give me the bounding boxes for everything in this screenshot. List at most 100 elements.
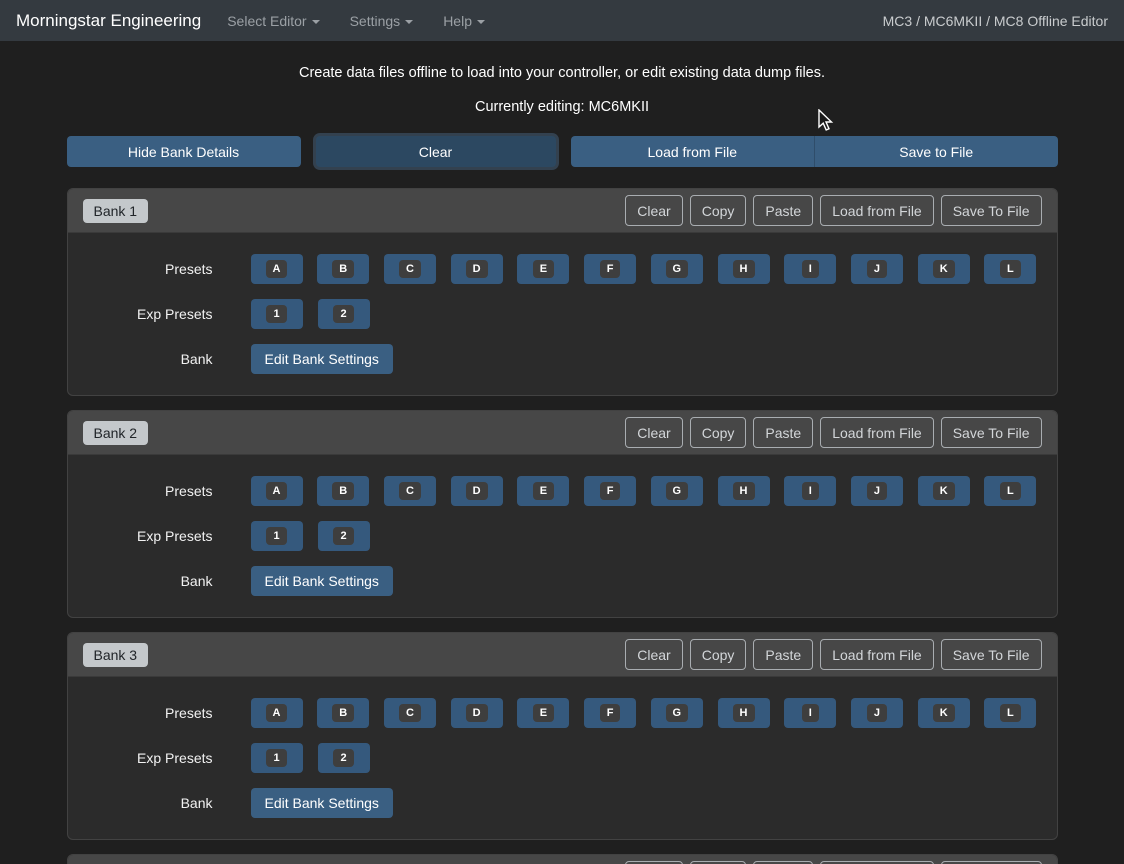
preset-j-button[interactable]: J: [851, 698, 903, 728]
menu-help[interactable]: Help: [443, 13, 485, 29]
preset-key-badge: D: [466, 482, 488, 500]
bank-paste-button[interactable]: Paste: [753, 195, 813, 226]
bank-settings-row: Bank Edit Bank Settings: [88, 566, 1037, 596]
exp-preset-1-button[interactable]: 1: [251, 299, 303, 329]
exp-preset-2-button[interactable]: 2: [318, 521, 370, 551]
preset-a-button[interactable]: A: [251, 254, 303, 284]
edit-bank-settings-button[interactable]: Edit Bank Settings: [251, 788, 393, 818]
bank-name-button[interactable]: Bank 3: [83, 643, 149, 667]
bank-load-from-file-button[interactable]: Load from File: [820, 639, 933, 670]
bank-name-button[interactable]: Bank 2: [83, 421, 149, 445]
exp-preset-1-button[interactable]: 1: [251, 521, 303, 551]
exp-preset-1-button[interactable]: 1: [251, 743, 303, 773]
preset-e-button[interactable]: E: [517, 698, 569, 728]
preset-key-badge: L: [1000, 482, 1021, 500]
preset-i-button[interactable]: I: [784, 254, 836, 284]
hide-bank-details-button[interactable]: Hide Bank Details: [67, 136, 301, 167]
preset-j-button[interactable]: J: [851, 254, 903, 284]
file-button-group: Load from File Save to File: [571, 136, 1058, 167]
bank-label: Bank: [88, 351, 213, 367]
bank-clear-button[interactable]: Clear: [625, 195, 682, 226]
preset-key-badge: B: [332, 260, 354, 278]
preset-j-button[interactable]: J: [851, 476, 903, 506]
preset-e-button[interactable]: E: [517, 476, 569, 506]
preset-key-badge: E: [533, 704, 554, 722]
preset-g-button[interactable]: G: [651, 254, 703, 284]
menu-settings[interactable]: Settings: [350, 13, 414, 29]
preset-key-badge: H: [733, 482, 755, 500]
navbar-menus: Select Editor Settings Help: [227, 13, 485, 29]
preset-i-button[interactable]: I: [784, 698, 836, 728]
intro-text: Create data files offline to load into y…: [67, 65, 1058, 81]
preset-i-button[interactable]: I: [784, 476, 836, 506]
preset-b-button[interactable]: B: [317, 698, 369, 728]
preset-g-button[interactable]: G: [651, 698, 703, 728]
preset-k-button[interactable]: K: [918, 698, 970, 728]
bank-load-from-file-button[interactable]: Load from File: [820, 417, 933, 448]
exp-presets-row: Exp Presets 12: [88, 743, 1037, 773]
preset-h-button[interactable]: H: [718, 476, 770, 506]
bank-clear-button[interactable]: Clear: [625, 639, 682, 670]
chevron-down-icon: [312, 20, 320, 24]
preset-l-button[interactable]: L: [984, 254, 1036, 284]
menu-select-editor[interactable]: Select Editor: [227, 13, 319, 29]
exp-preset-key-badge: 2: [333, 749, 353, 767]
preset-key-badge: A: [266, 482, 288, 500]
bank-label: Bank: [88, 795, 213, 811]
preset-d-button[interactable]: D: [451, 476, 503, 506]
preset-b-button[interactable]: B: [317, 254, 369, 284]
preset-buttons: ABCD E F GHIJKL: [251, 698, 1037, 728]
load-from-file-button[interactable]: Load from File: [571, 136, 815, 167]
bank-save-to-file-button[interactable]: Save To File: [941, 639, 1042, 670]
bank-name-button[interactable]: Bank 1: [83, 199, 149, 223]
preset-key-badge: J: [867, 260, 887, 278]
preset-l-button[interactable]: L: [984, 476, 1036, 506]
preset-f-button[interactable]: F: [584, 476, 636, 506]
edit-bank-settings-button[interactable]: Edit Bank Settings: [251, 566, 393, 596]
edit-bank-settings-button[interactable]: Edit Bank Settings: [251, 344, 393, 374]
exp-preset-key-badge: 2: [333, 527, 353, 545]
preset-key-badge: F: [600, 704, 621, 722]
save-to-file-button[interactable]: Save to File: [814, 136, 1058, 167]
exp-preset-2-button[interactable]: 2: [318, 299, 370, 329]
preset-d-button[interactable]: D: [451, 698, 503, 728]
preset-h-button[interactable]: H: [718, 254, 770, 284]
bank-save-to-file-button[interactable]: Save To File: [941, 417, 1042, 448]
preset-f-button[interactable]: F: [584, 698, 636, 728]
preset-c-button[interactable]: C: [384, 476, 436, 506]
preset-a-button[interactable]: A: [251, 476, 303, 506]
preset-key-badge: J: [867, 482, 887, 500]
preset-f-button[interactable]: F: [584, 254, 636, 284]
bank-load-from-file-button[interactable]: Load from File: [820, 195, 933, 226]
bank-paste-button[interactable]: Paste: [753, 639, 813, 670]
preset-key-badge: K: [933, 260, 955, 278]
preset-l-button[interactable]: L: [984, 698, 1036, 728]
bank-copy-button[interactable]: Copy: [690, 195, 747, 226]
exp-preset-2-button[interactable]: 2: [318, 743, 370, 773]
preset-h-button[interactable]: H: [718, 698, 770, 728]
bank-clear-button[interactable]: Clear: [625, 417, 682, 448]
preset-a-button[interactable]: A: [251, 698, 303, 728]
bank-body: Presets ABCDEFGHIJKL Exp Presets 12 Bank…: [68, 455, 1057, 617]
bank-copy-button[interactable]: Copy: [690, 417, 747, 448]
preset-e-button[interactable]: E: [517, 254, 569, 284]
preset-k-button[interactable]: K: [918, 254, 970, 284]
bank-settings-row: Bank Edit Bank Settings: [88, 788, 1037, 818]
bank-save-to-file-button[interactable]: Save To File: [941, 195, 1042, 226]
bank-paste-button[interactable]: Paste: [753, 417, 813, 448]
preset-c-button[interactable]: C: [384, 254, 436, 284]
exp-preset-key-badge: 2: [333, 305, 353, 323]
preset-g-button[interactable]: G: [651, 476, 703, 506]
preset-key-badge: E: [533, 260, 554, 278]
navbar-brand[interactable]: Morningstar Engineering: [16, 11, 201, 31]
exp-preset-buttons: 12: [251, 521, 1037, 551]
preset-c-button[interactable]: C: [384, 698, 436, 728]
bank-panel: Bank 2 Clear CopyPasteLoad from File Save …: [67, 410, 1058, 618]
bank-header: Bank 1 Clear CopyPasteLoad from File Save …: [68, 189, 1057, 233]
clear-all-button[interactable]: Clear: [316, 136, 556, 167]
preset-k-button[interactable]: K: [918, 476, 970, 506]
bank-copy-button[interactable]: Copy: [690, 639, 747, 670]
preset-b-button[interactable]: B: [317, 476, 369, 506]
preset-d-button[interactable]: D: [451, 254, 503, 284]
presets-label: Presets: [88, 261, 213, 277]
